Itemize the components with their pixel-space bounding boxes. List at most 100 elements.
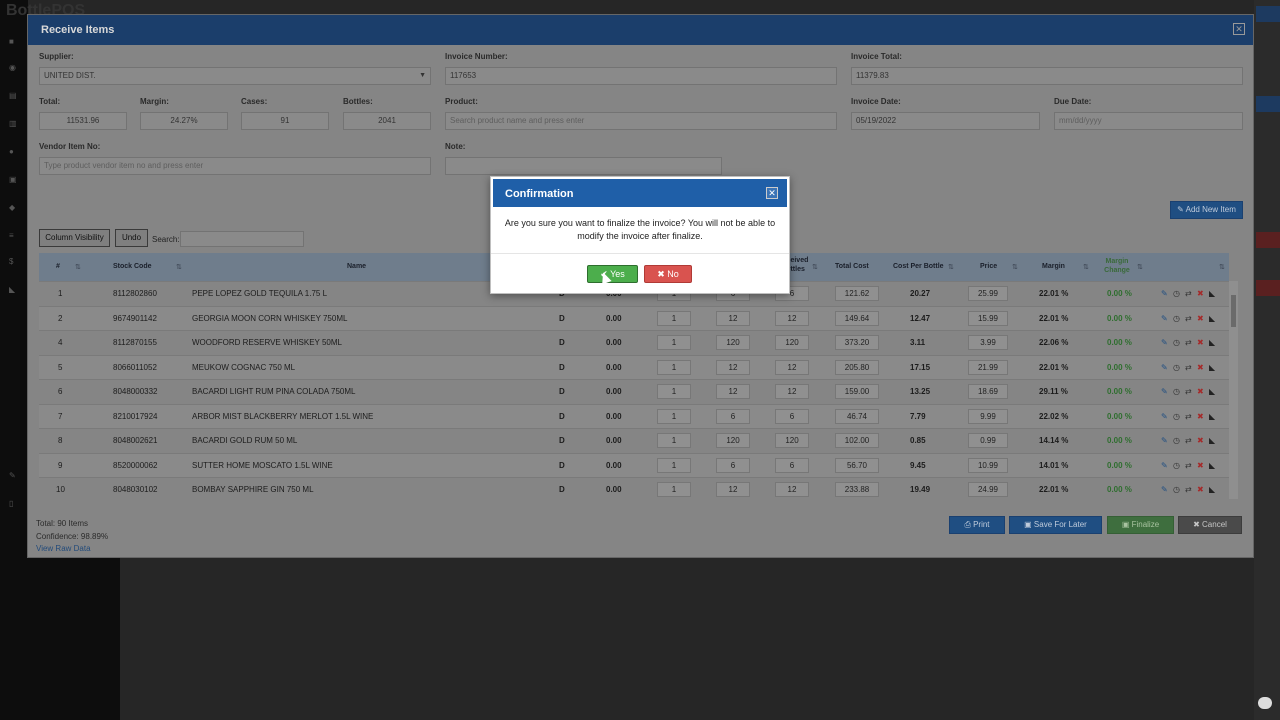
tag-icon[interactable]: ◣ bbox=[1209, 363, 1215, 372]
tag-icon[interactable]: ◣ bbox=[1209, 289, 1215, 298]
history-icon[interactable]: ◷ bbox=[1173, 387, 1180, 396]
col-margin-change[interactable]: Margin Change bbox=[1099, 257, 1135, 275]
delete-icon[interactable]: ✖ bbox=[1197, 387, 1204, 396]
swap-icon[interactable]: ⇄ bbox=[1185, 436, 1192, 445]
tag-icon[interactable]: ◣ bbox=[1209, 461, 1215, 470]
sort-icon[interactable]: ⇅ bbox=[1137, 263, 1143, 271]
history-icon[interactable]: ◷ bbox=[1173, 461, 1180, 470]
add-new-item-button[interactable]: ✎ Add New Item bbox=[1170, 201, 1243, 219]
cancel-button[interactable]: ✖ Cancel bbox=[1178, 516, 1242, 534]
history-icon[interactable]: ◷ bbox=[1173, 363, 1180, 372]
tag-icon[interactable]: ◣ bbox=[1209, 436, 1215, 445]
sort-icon[interactable]: ⇅ bbox=[176, 263, 182, 271]
table-scrollbar-thumb[interactable] bbox=[1231, 295, 1236, 327]
due-date-input[interactable]: mm/dd/yyyy bbox=[1054, 112, 1243, 130]
note-input[interactable] bbox=[445, 157, 722, 175]
history-icon[interactable]: ◷ bbox=[1173, 485, 1180, 494]
bottles-input[interactable]: 12 bbox=[775, 310, 809, 326]
swap-icon[interactable]: ⇄ bbox=[1185, 461, 1192, 470]
table-row[interactable]: 9 8520000062 SUTTER HOME MOSCATO 1.5L WI… bbox=[39, 452, 1229, 477]
right-button[interactable] bbox=[1256, 6, 1280, 22]
bottles-input[interactable]: 12 bbox=[775, 482, 809, 497]
close-icon[interactable]: ✕ bbox=[766, 187, 778, 199]
qty-input[interactable]: 1 bbox=[657, 335, 691, 350]
price-input[interactable]: 24.99 bbox=[968, 482, 1008, 497]
qty-input[interactable]: 1 bbox=[657, 408, 691, 424]
doc-icon[interactable]: ▯ bbox=[9, 500, 19, 508]
swap-icon[interactable]: ⇄ bbox=[1185, 387, 1192, 396]
user-icon[interactable]: ● bbox=[9, 148, 19, 156]
table-row[interactable]: 4 8112870155 WOODFORD RESERVE WHISKEY 50… bbox=[39, 330, 1229, 355]
close-icon[interactable]: ✕ bbox=[1233, 23, 1245, 35]
bottles-input[interactable]: 6 bbox=[775, 408, 809, 424]
no-button[interactable]: ✖ No bbox=[644, 265, 692, 283]
history-icon[interactable]: ◷ bbox=[1173, 314, 1180, 323]
delete-icon[interactable]: ✖ bbox=[1197, 436, 1204, 445]
qty-input[interactable]: 1 bbox=[657, 359, 691, 375]
col-total-cost[interactable]: Total Cost bbox=[835, 263, 869, 270]
pencil-icon[interactable]: ✎ bbox=[1161, 485, 1168, 494]
product-search-input[interactable]: Search product name and press enter bbox=[445, 112, 837, 130]
units-input[interactable]: 12 bbox=[716, 359, 750, 375]
tag-icon[interactable]: ◣ bbox=[1209, 387, 1215, 396]
qty-input[interactable]: 1 bbox=[657, 457, 691, 473]
history-icon[interactable]: ◷ bbox=[1173, 412, 1180, 421]
bottles-input[interactable]: 120 bbox=[775, 335, 809, 350]
total-cost-input[interactable]: 159.00 bbox=[835, 384, 879, 399]
units-input[interactable]: 12 bbox=[716, 384, 750, 399]
delete-icon[interactable]: ✖ bbox=[1197, 363, 1204, 372]
history-icon[interactable]: ◷ bbox=[1173, 289, 1180, 298]
table-search-input[interactable] bbox=[180, 231, 304, 247]
price-input[interactable]: 25.99 bbox=[968, 286, 1008, 301]
print-button[interactable]: ⎙ Print bbox=[949, 516, 1005, 534]
pencil-icon[interactable]: ✎ bbox=[1161, 314, 1168, 323]
pencil-icon[interactable]: ✎ bbox=[1161, 461, 1168, 470]
vendor-item-input[interactable]: Type product vendor item no and press en… bbox=[39, 157, 431, 175]
bottles-input[interactable]: 12 bbox=[775, 384, 809, 399]
bottles-input[interactable]: 120 bbox=[775, 433, 809, 448]
box-icon[interactable]: ▤ bbox=[9, 92, 19, 100]
sort-icon[interactable]: ⇅ bbox=[1083, 263, 1089, 271]
table-row[interactable]: 8 8048002621 BACARDI GOLD RUM 50 ML D 0.… bbox=[39, 428, 1229, 453]
table-row[interactable]: 2 9674901142 GEORGIA MOON CORN WHISKEY 7… bbox=[39, 305, 1229, 330]
units-input[interactable]: 12 bbox=[716, 310, 750, 326]
pencil-icon[interactable]: ✎ bbox=[1161, 289, 1168, 298]
sort-icon[interactable]: ⇅ bbox=[1219, 263, 1225, 271]
history-icon[interactable]: ◷ bbox=[1173, 436, 1180, 445]
col-cost-per-bottle[interactable]: Cost Per Bottle bbox=[893, 263, 944, 270]
pencil-icon[interactable]: ✎ bbox=[1161, 338, 1168, 347]
view-raw-data-link[interactable]: View Raw Data bbox=[36, 544, 91, 553]
swap-icon[interactable]: ⇄ bbox=[1185, 289, 1192, 298]
drop-icon[interactable]: ◆ bbox=[9, 204, 19, 212]
total-cost-input[interactable]: 102.00 bbox=[835, 433, 879, 448]
right-button[interactable] bbox=[1256, 232, 1280, 248]
total-cost-input[interactable]: 121.62 bbox=[835, 286, 879, 301]
price-input[interactable]: 15.99 bbox=[968, 310, 1008, 326]
supplier-select[interactable]: UNITED DIST. ▼ bbox=[39, 67, 431, 85]
swap-icon[interactable]: ⇄ bbox=[1185, 412, 1192, 421]
units-input[interactable]: 120 bbox=[716, 335, 750, 350]
edit-icon[interactable]: ✎ bbox=[9, 472, 19, 480]
tag-icon[interactable]: ◣ bbox=[9, 286, 19, 294]
qty-input[interactable]: 1 bbox=[657, 482, 691, 497]
price-input[interactable]: 9.99 bbox=[968, 408, 1008, 424]
sort-icon[interactable]: ⇅ bbox=[812, 263, 818, 271]
price-input[interactable]: 18.69 bbox=[968, 384, 1008, 399]
qty-input[interactable]: 1 bbox=[657, 384, 691, 399]
list-icon[interactable]: ≡ bbox=[9, 232, 19, 240]
table-row[interactable]: 6 8048000332 BACARDI LIGHT RUM PINA COLA… bbox=[39, 379, 1229, 404]
delete-icon[interactable]: ✖ bbox=[1197, 485, 1204, 494]
eye-icon[interactable]: ◉ bbox=[9, 64, 19, 72]
yes-button[interactable]: ✔ Yes bbox=[587, 265, 638, 283]
right-button[interactable] bbox=[1256, 96, 1280, 112]
chat-icon[interactable] bbox=[1258, 697, 1272, 709]
delete-icon[interactable]: ✖ bbox=[1197, 314, 1204, 323]
col-margin[interactable]: Margin bbox=[1042, 263, 1065, 270]
finalize-button[interactable]: ▣ Finalize bbox=[1107, 516, 1174, 534]
qty-input[interactable]: 1 bbox=[657, 433, 691, 448]
total-cost-input[interactable]: 373.20 bbox=[835, 335, 879, 350]
table-row[interactable]: 10 8048030102 BOMBAY SAPPHIRE GIN 750 ML… bbox=[39, 477, 1229, 499]
pencil-icon[interactable]: ✎ bbox=[1161, 412, 1168, 421]
price-input[interactable]: 3.99 bbox=[968, 335, 1008, 350]
history-icon[interactable]: ◷ bbox=[1173, 338, 1180, 347]
